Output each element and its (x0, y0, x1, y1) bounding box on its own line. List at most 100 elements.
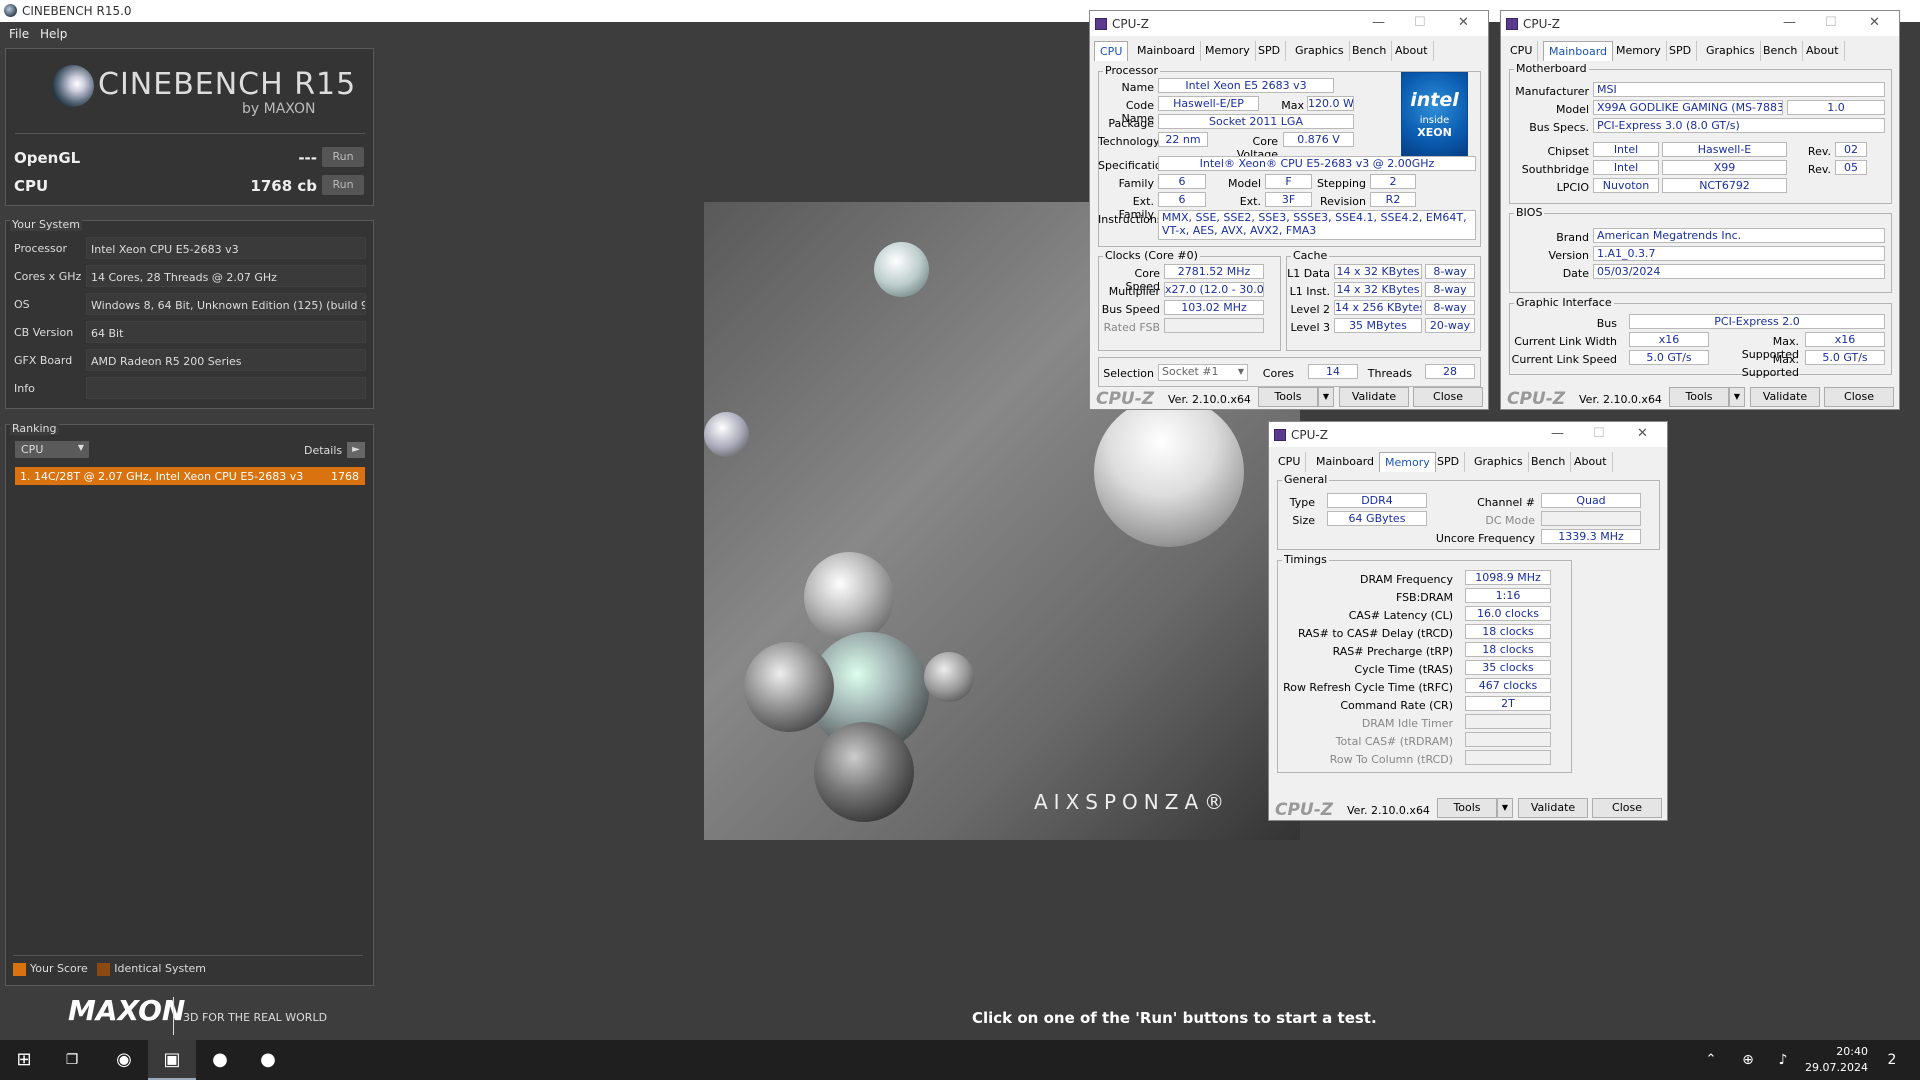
cpuz-taskbar-icon[interactable]: ▣ (148, 1040, 196, 1080)
tab-mainboard[interactable]: Mainboard (1543, 41, 1614, 61)
timing-label: Total CAS# (tRDRAM) (1335, 735, 1453, 748)
timing-value: 35 clocks (1465, 660, 1551, 675)
minimize-icon[interactable]: — (1783, 15, 1796, 30)
tab-memory[interactable]: Memory (1379, 452, 1436, 472)
close-icon[interactable]: ✕ (1458, 15, 1469, 30)
render-sphere (1094, 397, 1244, 547)
cpu-run-button[interactable]: Run (322, 175, 364, 195)
timing-value: 2T (1465, 696, 1551, 711)
volume-icon[interactable]: ♪ (1768, 1040, 1798, 1080)
dc-mode (1541, 511, 1641, 526)
system-value[interactable]: 14 Cores, 28 Threads @ 2.07 GHz (86, 265, 366, 287)
tab-graphics[interactable]: Graphics (1290, 41, 1350, 61)
details-label[interactable]: Details (304, 444, 342, 457)
tab-about[interactable]: About (1390, 41, 1434, 61)
cinebench-taskbar-icon[interactable]: ● (196, 1040, 244, 1080)
processor-name: Intel Xeon E5 2683 v3 (1158, 78, 1334, 93)
opengl-run-button[interactable]: Run (322, 147, 364, 167)
tab-spd[interactable]: SPD (1432, 452, 1466, 472)
bus-specs: PCI-Express 3.0 (8.0 GT/s) (1593, 118, 1885, 133)
tab-spd[interactable]: SPD (1664, 41, 1698, 61)
window-titlebar: CPU-Z — ☐ ✕ (1501, 11, 1899, 36)
ranking-row[interactable]: 1. 14C/28T @ 2.07 GHz, Intel Xeon CPU E5… (15, 467, 365, 485)
tab-memory[interactable]: Memory (1200, 41, 1256, 61)
minimize-icon[interactable]: — (1372, 15, 1385, 30)
field-label: Rev. (1807, 145, 1831, 158)
cinebench-taskbar-icon-2[interactable]: ● (244, 1040, 292, 1080)
network-icon[interactable]: ⊕ (1733, 1040, 1763, 1080)
timing-value: 1098.9 MHz (1465, 570, 1551, 585)
tab-about[interactable]: About (1801, 41, 1845, 61)
cinebench-app-icon (4, 4, 17, 17)
validate-button[interactable]: Validate (1339, 387, 1409, 407)
tab-bench[interactable]: Bench (1347, 41, 1393, 61)
system-value[interactable]: 64 Bit (86, 321, 366, 343)
tab-bench[interactable]: Bench (1526, 452, 1572, 472)
tools-dropdown-icon[interactable]: ▼ (1318, 387, 1334, 407)
identical-system-swatch (97, 962, 111, 976)
tools-button[interactable]: Tools (1669, 387, 1729, 407)
system-value[interactable]: AMD Radeon R5 200 Series (86, 349, 366, 371)
field-label: LPCIO (1556, 181, 1589, 194)
minimize-icon[interactable]: — (1551, 426, 1564, 441)
close-button[interactable]: Close (1592, 798, 1662, 818)
task-view-icon[interactable]: ❐ (48, 1040, 96, 1080)
tray-chevron-up-icon[interactable]: ⌃ (1696, 1040, 1726, 1080)
cpuz-window-mainboard: CPU-Z — ☐ ✕ CPU Mainboard Memory SPD Gra… (1500, 10, 1900, 410)
gfx-bus: PCI-Express 2.0 (1629, 314, 1885, 329)
system-value[interactable]: Windows 8, 64 Bit, Unknown Edition (125)… (86, 293, 366, 315)
tab-graphics[interactable]: Graphics (1701, 41, 1761, 61)
tab-graphics[interactable]: Graphics (1469, 452, 1529, 472)
system-clock[interactable]: 20:40 29.07.2024 (1805, 1044, 1868, 1076)
system-value[interactable]: Intel Xeon CPU E5-2683 v3 (86, 237, 366, 259)
close-button[interactable]: Close (1824, 387, 1894, 407)
tab-cpu[interactable]: CPU (1273, 452, 1307, 472)
cpuz-app-icon (1506, 18, 1518, 30)
tab-about[interactable]: About (1569, 452, 1613, 472)
app-icon-game[interactable]: ◉ (100, 1040, 148, 1080)
system-key: CB Version (14, 326, 74, 339)
details-arrow-button[interactable]: ► (347, 442, 365, 458)
chipset-vendor: Intel (1593, 142, 1659, 157)
field-label: Bus Specs. (1529, 121, 1589, 134)
bios-version: 1.A1_0.3.7 (1593, 246, 1885, 261)
validate-button[interactable]: Validate (1750, 387, 1820, 407)
threads-count: 28 (1425, 364, 1475, 379)
tab-mainboard[interactable]: Mainboard (1311, 452, 1381, 472)
tools-dropdown-icon[interactable]: ▼ (1729, 387, 1745, 407)
tab-spd[interactable]: SPD (1253, 41, 1287, 61)
l1-inst: 14 x 32 KBytes (1334, 282, 1422, 297)
validate-button[interactable]: Validate (1518, 798, 1588, 818)
tools-button[interactable]: Tools (1258, 387, 1318, 407)
close-icon[interactable]: ✕ (1637, 426, 1648, 441)
field-label: Package (1108, 117, 1154, 130)
ranking-type-select[interactable]: CPU ▼ (15, 441, 89, 458)
your-system-panel: Your System Processor Intel Xeon CPU E5-2… (5, 218, 374, 409)
socket-select[interactable]: Socket #1 ▼ (1158, 364, 1248, 381)
tools-button[interactable]: Tools (1437, 798, 1497, 818)
system-key: Info (14, 382, 35, 395)
cpuz-window-cpu: CPU-Z — ☐ ✕ CPU Mainboard Memory SPD Gra… (1089, 10, 1489, 410)
tab-mainboard[interactable]: Mainboard (1132, 41, 1202, 61)
close-button[interactable]: Close (1413, 387, 1483, 407)
tools-dropdown-icon[interactable]: ▼ (1497, 798, 1513, 818)
maxon-logo: MAXON (68, 994, 186, 1027)
start-button[interactable]: ⊞ (0, 1040, 48, 1080)
group-title: Motherboard (1514, 62, 1589, 75)
menu-file[interactable]: File (9, 27, 29, 41)
southbridge: X99 (1662, 160, 1787, 175)
tab-cpu[interactable]: CPU (1094, 41, 1129, 61)
system-row-cb-version: CB Version 64 Bit (14, 321, 369, 343)
lpcio-vendor: Nuvoton (1593, 178, 1659, 193)
menu-help[interactable]: Help (40, 27, 67, 41)
field-label: Instructions (1098, 213, 1163, 226)
notifications-icon[interactable]: 2 (1874, 1040, 1910, 1080)
tab-bench[interactable]: Bench (1758, 41, 1804, 61)
field-label: Type (1289, 496, 1315, 509)
tab-cpu[interactable]: CPU (1505, 41, 1539, 61)
close-icon[interactable]: ✕ (1869, 15, 1880, 30)
system-value[interactable] (86, 377, 366, 399)
package: Socket 2011 LGA (1158, 114, 1354, 129)
cpu-label: CPU (14, 177, 49, 195)
tab-memory[interactable]: Memory (1611, 41, 1667, 61)
